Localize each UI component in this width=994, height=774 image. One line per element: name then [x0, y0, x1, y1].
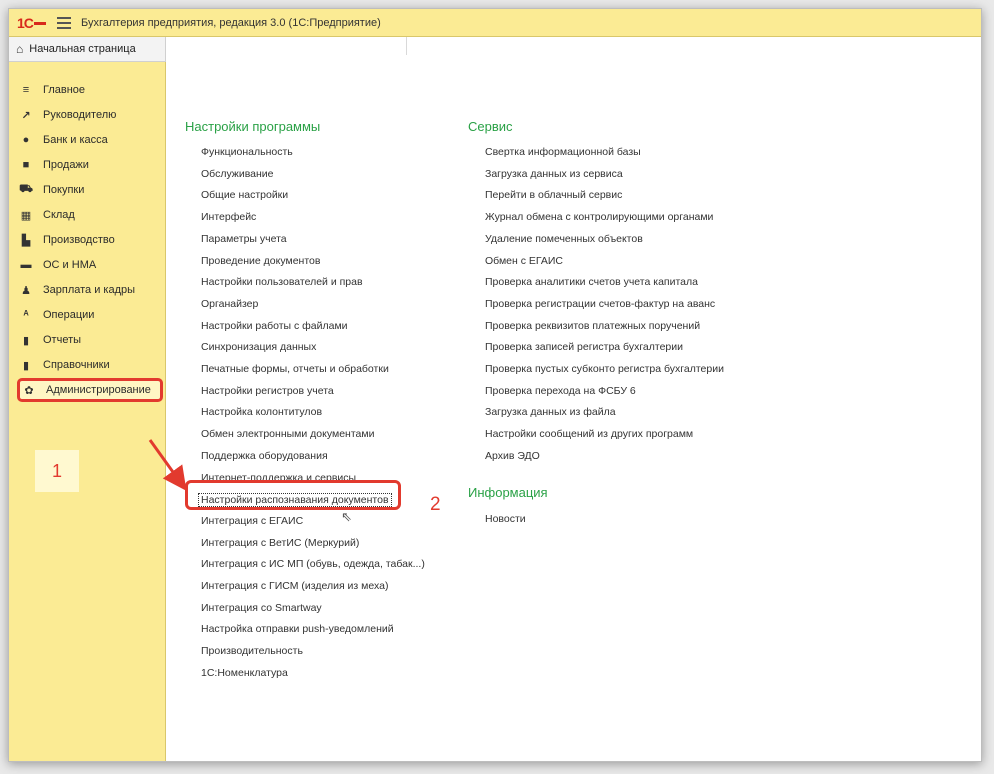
1c-logo: 1С — [17, 15, 49, 31]
sidebar-item-9[interactable]: ♟ Зарплата и кадры — [9, 279, 165, 301]
sidebar-item-label: Отчеты — [43, 334, 82, 346]
settings-link-12[interactable]: Настройки регистров учета — [201, 385, 334, 397]
list-icon: ≡ — [22, 84, 30, 96]
settings-link-4[interactable]: Интерфейс — [201, 211, 256, 223]
settings-link-22[interactable]: Интеграция со Smartway — [201, 602, 322, 614]
coin-icon: ● — [22, 134, 30, 146]
service-link-3[interactable]: Перейти в облачный сервис — [485, 189, 622, 201]
sidebar-item-8[interactable]: ▬ ОС и НМА — [9, 254, 165, 276]
sidebar-item-label: ОС и НМА — [43, 259, 97, 271]
settings-link-24[interactable]: Производительность — [201, 645, 303, 657]
service-link-14[interactable]: Настройки сообщений из других программ — [485, 428, 693, 440]
sidebar-item-label: Покупки — [43, 184, 85, 196]
window-title: Бухгалтерия предприятия, редакция 3.0 (1… — [81, 16, 381, 29]
service-link-2[interactable]: Загрузка данных из сервиса — [485, 168, 623, 180]
sidebar-item-label: Продажи — [43, 159, 89, 171]
service-link-15[interactable]: Архив ЭДО — [485, 450, 540, 462]
sidebar-item-label: Зарплата и кадры — [43, 284, 136, 296]
settings-link-9[interactable]: Настройки работы с файлами — [201, 320, 348, 332]
sidebar-item-label: Банк и касса — [43, 134, 108, 146]
tab-home[interactable]: ⌂ Начальная страница — [9, 37, 166, 62]
settings-link-25[interactable]: 1С:Номенклатура — [201, 667, 288, 679]
home-icon: ⌂ — [16, 42, 24, 56]
settings-section-title: Настройки программы — [185, 119, 321, 134]
book-icon: ▮ — [22, 359, 30, 372]
trend-icon: ↗ — [21, 109, 31, 122]
sidebar-item-1[interactable]: ≡ Главное — [9, 79, 165, 101]
settings-link-18[interactable]: Интеграция с ЕГАИС — [201, 515, 303, 527]
bar-chart-icon: ▮ — [22, 334, 30, 347]
sidebar-item-3[interactable]: ● Банк и касса — [9, 129, 165, 151]
app-window: 1С Бухгалтерия предприятия, редакция 3.0… — [8, 8, 982, 762]
settings-link-1[interactable]: Функциональность — [201, 146, 293, 158]
settings-link-19[interactable]: Интеграция с ВетИС (Меркурий) — [201, 537, 359, 549]
info-section-title: Информация — [468, 485, 548, 500]
factory-icon: ▙ — [21, 234, 31, 247]
service-section-title: Сервис — [468, 119, 513, 134]
bag-icon: ■ — [22, 159, 30, 171]
sidebar-item-label: Администрирование — [46, 384, 151, 396]
step-2-marker: 2 — [430, 494, 441, 515]
settings-link-17[interactable]: Настройки распознавания документов — [198, 493, 392, 508]
sidebar-item-2[interactable]: ↗ Руководителю — [9, 104, 165, 126]
service-link-5[interactable]: Удаление помеченных объектов — [485, 233, 643, 245]
sidebar-item-5[interactable]: ⛟ Покупки — [9, 179, 165, 201]
sidebar-item-7[interactable]: ▙ Производство — [9, 229, 165, 251]
settings-link-7[interactable]: Настройки пользователей и прав — [201, 276, 363, 288]
settings-link-11[interactable]: Печатные формы, отчеты и обработки — [201, 363, 389, 375]
sidebar-item-4[interactable]: ■ Продажи — [9, 154, 165, 176]
service-link-9[interactable]: Проверка реквизитов платежных поручений — [485, 320, 700, 332]
service-link-11[interactable]: Проверка пустых субконто регистра бухгал… — [485, 363, 724, 375]
settings-link-8[interactable]: Органайзер — [201, 298, 258, 310]
settings-link-23[interactable]: Настройка отправки push-уведомлений — [201, 623, 394, 635]
gear-icon: ✿ — [24, 384, 34, 397]
person-icon: ♟ — [21, 284, 31, 297]
settings-link-5[interactable]: Параметры учета — [201, 233, 287, 245]
sidebar-item-12[interactable]: ▮ Справочники — [9, 354, 165, 376]
service-link-4[interactable]: Журнал обмена с контролирующими органами — [485, 211, 713, 223]
settings-link-14[interactable]: Обмен электронными документами — [201, 428, 374, 440]
hamburger-menu-icon[interactable] — [57, 14, 71, 32]
sidebar-item-10[interactable]: ᴬ Операции — [9, 304, 165, 326]
title-bar: 1С Бухгалтерия предприятия, редакция 3.0… — [9, 9, 981, 37]
sidebar-item-11[interactable]: ▮ Отчеты — [9, 329, 165, 351]
settings-link-21[interactable]: Интеграция с ГИСМ (изделия из меха) — [201, 580, 388, 592]
settings-link-16[interactable]: Интернет-поддержка и сервисы — [201, 472, 356, 484]
operations-icon: ᴬ — [23, 309, 29, 321]
settings-link-15[interactable]: Поддержка оборудования — [201, 450, 328, 462]
service-link-1[interactable]: Свертка информационной базы — [485, 146, 641, 158]
service-link-6[interactable]: Обмен с ЕГАИС — [485, 255, 563, 267]
warehouse-icon: ▦ — [20, 209, 32, 222]
info-link-1[interactable]: Новости — [485, 513, 526, 525]
sidebar-item-label: Склад — [43, 209, 75, 221]
sidebar-item-label: Руководителю — [43, 109, 117, 121]
settings-link-3[interactable]: Общие настройки — [201, 189, 288, 201]
service-link-8[interactable]: Проверка регистрации счетов-фактур на ав… — [485, 298, 715, 310]
settings-link-6[interactable]: Проведение документов — [201, 255, 320, 267]
sidebar-item-label: Справочники — [43, 359, 110, 371]
settings-link-10[interactable]: Синхронизация данных — [201, 341, 316, 353]
service-link-7[interactable]: Проверка аналитики счетов учета капитала — [485, 276, 698, 288]
settings-link-2[interactable]: Обслуживание — [201, 168, 274, 180]
truck-icon: ▬ — [20, 259, 32, 271]
service-link-10[interactable]: Проверка записей регистра бухгалтерии — [485, 341, 683, 353]
service-link-12[interactable]: Проверка перехода на ФСБУ 6 — [485, 385, 636, 397]
settings-link-13[interactable]: Настройка колонтитулов — [201, 406, 322, 418]
tab-home-label: Начальная страница — [29, 43, 136, 55]
settings-link-20[interactable]: Интеграция с ИС МП (обувь, одежда, табак… — [201, 558, 425, 570]
sidebar-item-label: Главное — [43, 84, 86, 96]
mouse-cursor-icon: ⇖ — [341, 509, 352, 524]
sidebar-item-label: Операции — [43, 309, 95, 321]
sidebar: ≡ Главное ↗ Руководителю ● Банк и касса ■ Прода… — [9, 62, 166, 761]
service-link-13[interactable]: Загрузка данных из файла — [485, 406, 616, 418]
sidebar-item-label: Производство — [43, 234, 115, 246]
cart-icon: ⛟ — [19, 183, 33, 195]
tab-strip — [166, 37, 407, 55]
sidebar-item-13[interactable]: ✿ Администрирование — [17, 378, 163, 402]
step-1-marker: 1 — [35, 450, 79, 492]
sidebar-item-6[interactable]: ▦ Склад — [9, 204, 165, 226]
